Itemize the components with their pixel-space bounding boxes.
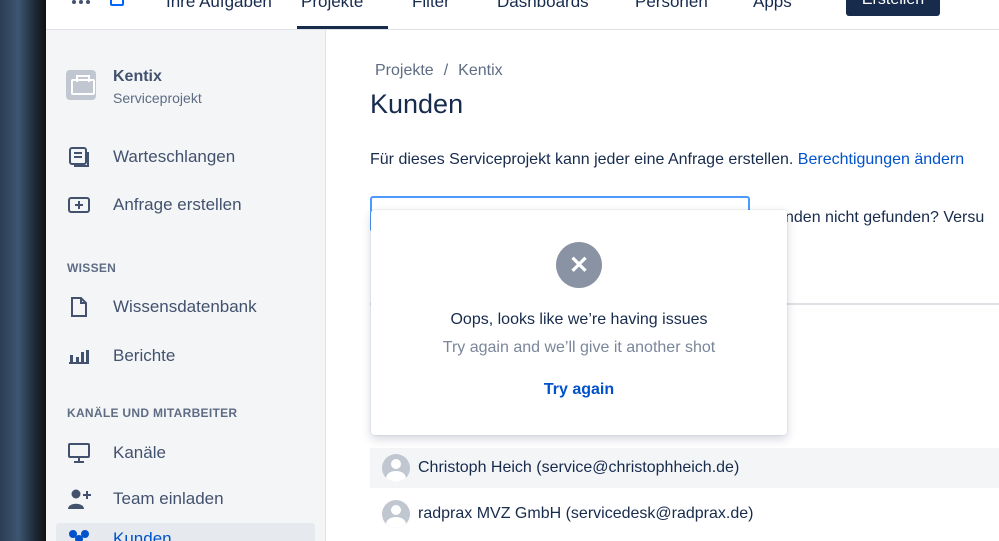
sidebar-item-invite-team[interactable]: Team einladen — [66, 485, 316, 513]
sidebar-item-label: Anfrage erstellen — [113, 195, 242, 214]
nav-filters[interactable]: Filter — [412, 0, 450, 12]
create-button[interactable]: Erstellen — [846, 0, 940, 16]
monitor-icon — [66, 441, 92, 465]
add-person-icon — [66, 487, 92, 511]
customers-icon — [66, 526, 92, 541]
customer-not-found-hint: nden nicht gefunden? Versu — [785, 209, 985, 226]
table-row[interactable]: radprax MVZ GmbH (servicedesk@radprax.de… — [370, 494, 999, 534]
page-title: Kunden — [370, 89, 464, 119]
change-permissions-link[interactable]: Berechtigungen ändern — [798, 151, 964, 168]
breadcrumb: Projekte / Kentix — [375, 62, 503, 80]
sidebar-item-reports[interactable]: Berichte — [66, 342, 316, 370]
app-switcher-icon[interactable] — [72, 0, 90, 4]
nav-people[interactable]: Personen — [635, 0, 708, 12]
breadcrumb-separator: / — [443, 62, 449, 79]
nav-dashboards[interactable]: Dashboards — [497, 0, 589, 12]
sidebar-item-label: Berichte — [113, 346, 176, 365]
sidebar-item-label: Wissensdatenbank — [113, 297, 257, 316]
sidebar-item-create-request[interactable]: Anfrage erstellen — [66, 191, 316, 219]
sidebar-item-customers[interactable]: Kunden — [56, 523, 315, 541]
nav-apps[interactable]: Apps — [753, 0, 792, 12]
table-row[interactable]: Christoph Heich (service@christophheich.… — [370, 448, 999, 488]
nav-projects[interactable]: Projekte — [301, 0, 363, 12]
desktop-background — [0, 0, 46, 541]
avatar — [382, 500, 410, 528]
sidebar-item-label: Kunden — [113, 529, 172, 541]
sidebar: Kentix Serviceprojekt Warteschlangen Anf… — [46, 30, 326, 541]
error-subtitle: Try again and we’ll give it another shot — [442, 339, 716, 356]
error-title: Oops, looks like we’re having issues — [450, 311, 708, 328]
top-navigation: Ihre Aufgaben Projekte Filter Dashboards… — [46, 0, 999, 30]
permission-info-text: Für dieses Serviceprojekt kann jeder ein… — [370, 151, 794, 168]
sidebar-item-label: Kanäle — [113, 443, 166, 462]
customer-name: radprax MVZ GmbH (servicedesk@radprax.de… — [418, 505, 754, 522]
reports-icon — [66, 344, 92, 368]
breadcrumb-projects[interactable]: Projekte — [375, 62, 434, 80]
sidebar-item-queues[interactable]: Warteschlangen — [66, 143, 316, 171]
avatar — [382, 454, 410, 482]
sidebar-item-knowledge-base[interactable]: Wissensdatenbank — [66, 293, 316, 321]
section-heading-channels: KANÄLE UND MITARBEITER — [67, 406, 238, 420]
breadcrumb-project[interactable]: Kentix — [458, 62, 502, 80]
sidebar-item-label: Warteschlangen — [113, 147, 236, 166]
customer-name: Christoph Heich (service@christophheich.… — [418, 459, 740, 476]
app-window: Ihre Aufgaben Projekte Filter Dashboards… — [46, 0, 999, 541]
sidebar-item-label: Team einladen — [113, 489, 224, 508]
jira-logo-icon[interactable] — [110, 0, 124, 6]
project-type: Serviceprojekt — [113, 90, 202, 106]
active-nav-indicator — [297, 26, 388, 29]
nav-your-work[interactable]: Ihre Aufgaben — [166, 0, 272, 12]
try-again-button[interactable]: Try again — [371, 381, 787, 399]
project-avatar-icon — [66, 70, 96, 100]
create-request-icon — [66, 193, 92, 217]
project-name: Kentix — [113, 68, 162, 85]
section-heading-wissen: WISSEN — [67, 261, 117, 275]
error-popup: ✕ Oops, looks like we’re having issues T… — [371, 210, 787, 435]
permission-info: Für dieses Serviceprojekt kann jeder ein… — [370, 151, 964, 169]
error-x-icon: ✕ — [556, 242, 602, 288]
document-icon — [66, 295, 92, 319]
queues-icon — [66, 145, 92, 169]
sidebar-item-channels[interactable]: Kanäle — [66, 439, 316, 467]
